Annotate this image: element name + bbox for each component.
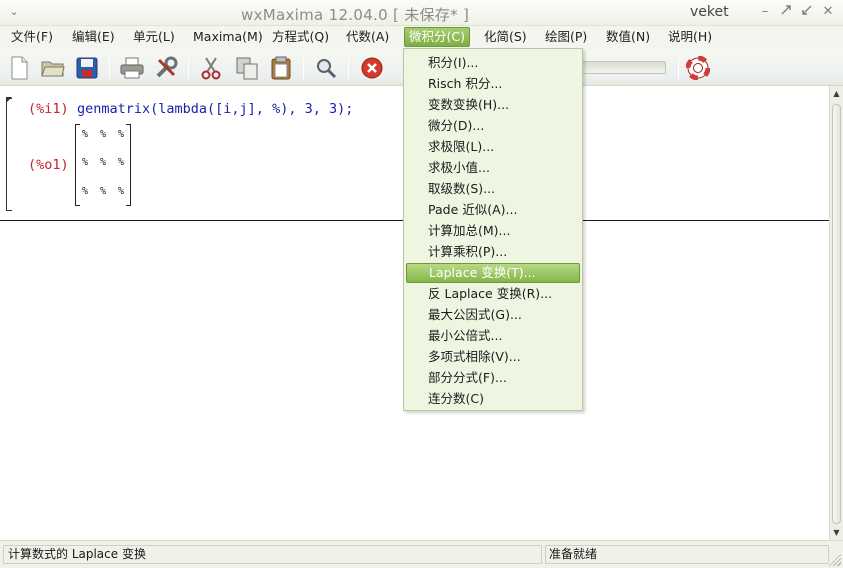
vertical-scrollbar[interactable]: ▲ ▼ <box>829 86 843 540</box>
menu-item-laplace[interactable]: Laplace 变换(T)... <box>406 263 580 283</box>
status-bar: 计算数式的 Laplace 变换 准备就绪 <box>0 540 843 568</box>
menu-calculus[interactable]: 微积分(C) <box>404 27 470 47</box>
menu-item-partial-fractions[interactable]: 部分分式(F)... <box>406 368 580 388</box>
menu-help[interactable]: 说明(H) <box>664 27 716 47</box>
close-icon[interactable]: ✕ <box>820 4 836 20</box>
scroll-thumb[interactable] <box>832 104 841 524</box>
output-label: (%o1) <box>28 157 69 173</box>
help-lifebuoy-icon[interactable] <box>685 55 711 81</box>
user-name: veket <box>690 4 729 20</box>
menu-item-gcd[interactable]: 最大公因式(G)... <box>406 305 580 325</box>
matrix-cell: % <box>99 157 107 168</box>
matrix-cell: % <box>81 157 89 168</box>
output-matrix: % % % % % % % % % <box>75 124 131 206</box>
menu-plot[interactable]: 绘图(P) <box>541 27 591 47</box>
matrix-cell: % <box>81 129 89 140</box>
matrix-cell: % <box>117 157 125 168</box>
stop-icon[interactable] <box>359 55 385 81</box>
window-title: wxMaxima 12.04.0 [ 未保存* ] <box>241 6 470 24</box>
open-folder-icon[interactable] <box>40 55 66 81</box>
search-icon[interactable] <box>313 55 339 81</box>
new-document-icon[interactable] <box>6 55 32 81</box>
save-icon[interactable] <box>74 55 100 81</box>
status-message: 计算数式的 Laplace 变换 <box>3 545 542 564</box>
menu-item-divide-poly[interactable]: 多项式相除(V)... <box>406 347 580 367</box>
menu-item-series[interactable]: 取级数(S)... <box>406 179 580 199</box>
matrix-cell: % <box>99 186 107 197</box>
menu-edit[interactable]: 编辑(E) <box>68 27 119 47</box>
maximize-icon[interactable] <box>778 4 794 20</box>
menu-item-integrate[interactable]: 积分(I)... <box>406 53 580 73</box>
matrix-cell: % <box>117 186 125 197</box>
toolbar-slider[interactable] <box>580 61 666 74</box>
menu-item-continued-fraction[interactable]: 连分数(C) <box>406 389 580 409</box>
menu-item-product[interactable]: 计算乘积(P)... <box>406 242 580 262</box>
matrix-cell: % <box>99 129 107 140</box>
cut-icon[interactable] <box>198 55 224 81</box>
menu-simplify[interactable]: 化简(S) <box>480 27 531 47</box>
title-bar: ⌄ wxMaxima 12.04.0 [ 未保存* ] veket – ✕ <box>0 0 843 26</box>
restore-icon[interactable] <box>799 4 815 20</box>
chevron-down-icon[interactable]: ⌄ <box>7 5 21 19</box>
copy-icon[interactable] <box>234 55 260 81</box>
print-icon[interactable] <box>119 55 145 81</box>
matrix-cell: % <box>81 186 89 197</box>
status-state: 准备就绪 <box>545 545 829 564</box>
menu-equations[interactable]: 方程式(Q) <box>268 27 333 47</box>
resize-grip-icon[interactable] <box>829 554 841 566</box>
menu-item-limit[interactable]: 求极限(L)... <box>406 137 580 157</box>
paste-icon[interactable] <box>268 55 294 81</box>
menu-item-lcm[interactable]: 最小公倍式... <box>406 326 580 346</box>
preferences-icon[interactable] <box>153 55 179 81</box>
cell-bracket-triangle-icon[interactable] <box>6 97 12 103</box>
menu-maxima[interactable]: Maxima(M) <box>189 27 267 47</box>
menu-cell[interactable]: 单元(L) <box>129 27 179 47</box>
scroll-up-icon[interactable]: ▲ <box>830 87 843 100</box>
menu-file[interactable]: 文件(F) <box>7 27 57 47</box>
menu-item-pade[interactable]: Pade 近似(A)... <box>406 200 580 220</box>
cell-bracket[interactable] <box>6 98 12 211</box>
menu-algebra[interactable]: 代数(A) <box>342 27 393 47</box>
menu-item-differentiate[interactable]: 微分(D)... <box>406 116 580 136</box>
input-label: (%i1) <box>28 101 69 117</box>
minimize-icon[interactable]: – <box>757 4 773 20</box>
menu-item-inverse-laplace[interactable]: 反 Laplace 变换(R)... <box>406 284 580 304</box>
input-code[interactable]: genmatrix(lambda([i,j], %), 3, 3); <box>77 101 353 117</box>
menu-item-sum[interactable]: 计算加总(M)... <box>406 221 580 241</box>
matrix-cell: % <box>117 129 125 140</box>
scroll-down-icon[interactable]: ▼ <box>830 526 843 539</box>
calculus-menu: 积分(I)... Risch 积分... 变数变换(H)... 微分(D)...… <box>403 48 583 411</box>
menu-item-risch-integrate[interactable]: Risch 积分... <box>406 74 580 94</box>
menu-numeric[interactable]: 数值(N) <box>602 27 654 47</box>
menu-bar: 文件(F) 编辑(E) 单元(L) Maxima(M) 方程式(Q) 代数(A)… <box>0 26 843 48</box>
menu-item-minimize[interactable]: 求极小值... <box>406 158 580 178</box>
menu-item-change-variable[interactable]: 变数变换(H)... <box>406 95 580 115</box>
